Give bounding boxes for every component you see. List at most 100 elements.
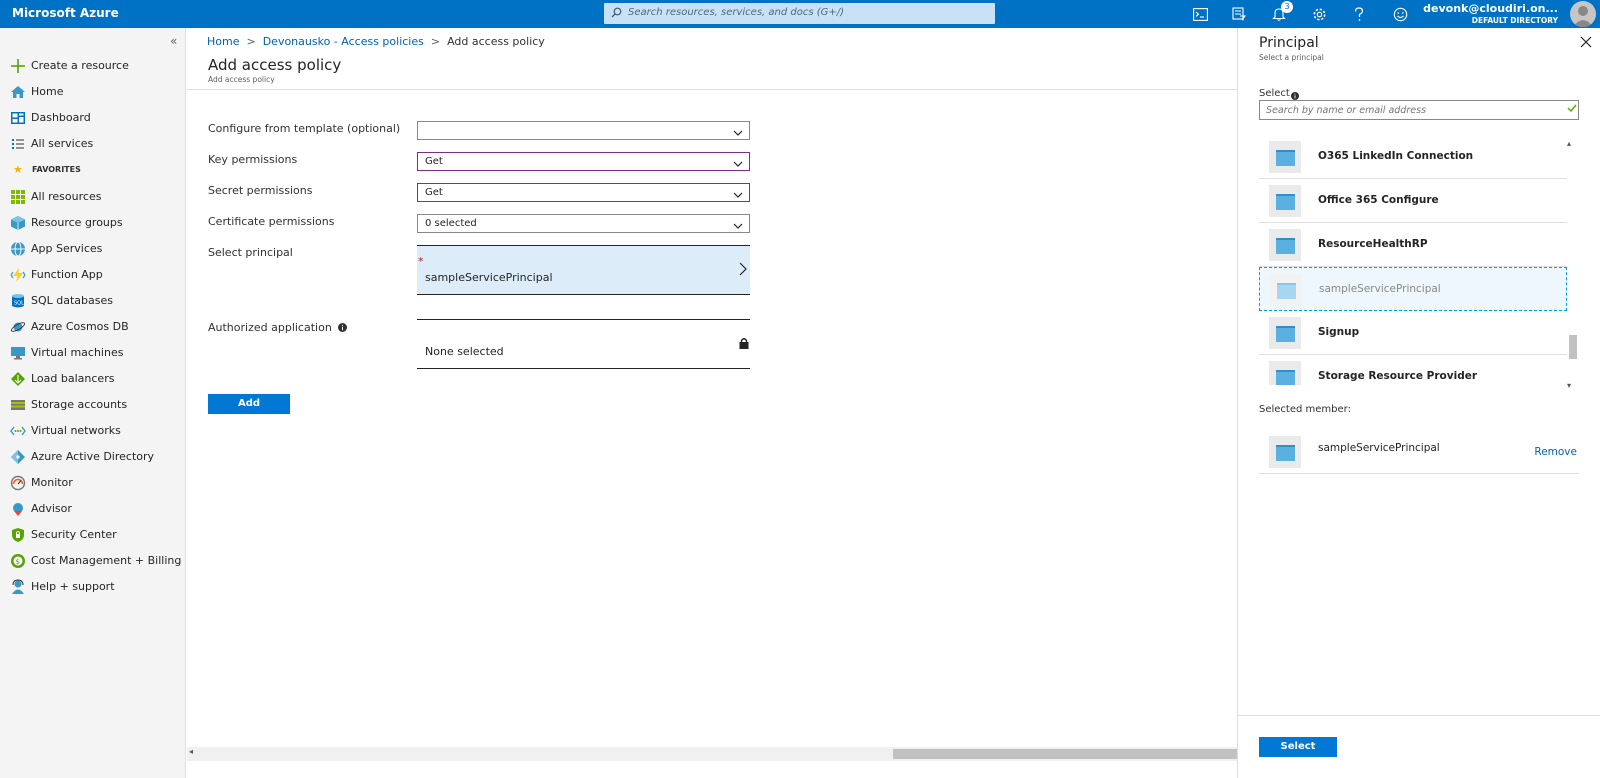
list-item[interactable]: Signup [1259, 311, 1567, 355]
secret-permissions-dropdown[interactable]: Get [417, 183, 750, 202]
select-principal-picker[interactable]: * sampleServicePrincipal [417, 245, 750, 295]
selected-member-row: sampleServicePrincipal Remove [1259, 430, 1579, 474]
authorized-application-text: Authorized application [208, 321, 332, 334]
list-item-selected[interactable]: sampleServicePrincipal [1259, 267, 1567, 311]
list-item[interactable]: Storage Resource Provider [1259, 355, 1567, 385]
certificate-permissions-dropdown[interactable]: 0 selected [417, 214, 750, 233]
cloud-shell-icon[interactable] [1191, 5, 1209, 23]
page-subtitle: Add access policy [208, 75, 275, 84]
avatar[interactable] [1570, 1, 1596, 27]
sidebar-item-label: Virtual machines [31, 346, 124, 359]
support-icon [10, 579, 26, 595]
sidebar-item-active-directory[interactable]: Azure Active Directory [0, 445, 186, 469]
sidebar-item-label: Create a resource [31, 59, 129, 72]
app-icon [1269, 229, 1301, 261]
globe-icon [10, 241, 26, 257]
sidebar-item-virtual-machines[interactable]: Virtual machines [0, 341, 186, 365]
sidebar-item-all-services[interactable]: All services [0, 132, 186, 156]
sidebar-item-monitor[interactable]: Monitor [0, 471, 186, 495]
sidebar-item-label: Home [31, 85, 64, 98]
sidebar-item-label: Resource groups [31, 216, 123, 229]
remove-link[interactable]: Remove [1534, 446, 1577, 458]
template-label: Configure from template (optional) [208, 122, 401, 135]
sidebar-item-resource-groups[interactable]: Resource groups [0, 211, 186, 235]
breadcrumb-separator: > [430, 35, 441, 48]
app-icon [1269, 361, 1301, 385]
main-content: Home > Devonausko - Access policies > Add ac… [187, 28, 1237, 778]
sidebar-item-dashboard[interactable]: Dashboard [0, 106, 186, 130]
sidebar-item-label: Dashboard [31, 111, 91, 124]
select-label: Select [1259, 88, 1290, 99]
sidebar-item-create-resource[interactable]: Create a resource [0, 54, 186, 78]
breadcrumb: Home > Devonausko - Access policies > Add ac… [207, 35, 545, 48]
secret-permissions-value: Get [425, 187, 443, 198]
template-dropdown[interactable] [417, 121, 750, 140]
key-permissions-dropdown[interactable]: Get [417, 152, 750, 171]
advisor-icon [10, 501, 26, 517]
app-icon [1269, 141, 1301, 173]
scroll-left-arrow-icon[interactable]: ◂ [189, 747, 193, 756]
brand-logo[interactable]: Microsoft Azure [12, 6, 119, 20]
breadcrumb-home-link[interactable]: Home [207, 35, 239, 48]
close-icon[interactable] [1580, 36, 1592, 51]
sidebar-item-home[interactable]: Home [0, 80, 186, 104]
sidebar-item-sql-databases[interactable]: SQL SQL databases [0, 289, 186, 313]
info-icon[interactable] [338, 322, 348, 335]
monitor-icon [10, 345, 26, 361]
help-icon[interactable] [1350, 5, 1368, 23]
horizontal-scroll-thumb[interactable] [893, 749, 1237, 759]
select-button[interactable]: Select [1259, 737, 1337, 757]
add-button[interactable]: Add [208, 394, 290, 414]
sidebar-item-label: Azure Cosmos DB [31, 320, 129, 333]
sidebar-item-storage-accounts[interactable]: Storage accounts [0, 393, 186, 417]
planet-icon [10, 319, 26, 335]
checkmark-icon [1567, 102, 1577, 115]
scroll-up-arrow-icon[interactable]: ▴ [1567, 139, 1571, 148]
scroll-down-arrow-icon[interactable]: ▾ [1567, 381, 1571, 390]
chevron-right-icon [739, 262, 747, 279]
breadcrumb-parent-link[interactable]: Devonausko - Access policies [263, 35, 424, 48]
sidebar-item-help-support[interactable]: Help + support [0, 575, 186, 599]
sidebar-item-cost-management[interactable]: $ Cost Management + Billing [0, 549, 186, 573]
principal-list: O365 LinkedIn Connection Office 365 Conf… [1259, 135, 1579, 385]
gauge-icon [10, 475, 26, 491]
list-item[interactable]: O365 LinkedIn Connection [1259, 135, 1567, 179]
sidebar-item-advisor[interactable]: Advisor [0, 497, 186, 521]
sidebar-item-app-services[interactable]: App Services [0, 237, 186, 261]
breadcrumb-separator: > [246, 35, 256, 48]
list-item[interactable]: ResourceHealthRP [1259, 223, 1567, 267]
global-search-box[interactable]: Search resources, services, and docs (G+… [604, 3, 995, 24]
breadcrumb-current: Add access policy [447, 35, 545, 48]
list-item-name: ResourceHealthRP [1318, 238, 1428, 250]
sidebar-item-function-app[interactable]: Function App [0, 263, 186, 287]
billing-icon: $ [10, 553, 26, 569]
principal-search-input[interactable] [1259, 100, 1579, 120]
account-name[interactable]: devonk@cloudiri.on... [1423, 2, 1558, 15]
sidebar-item-all-resources[interactable]: All resources [0, 185, 186, 209]
directory-filter-icon[interactable] [1230, 5, 1248, 23]
sidebar: « Create a resource Home Dashboard All s… [0, 28, 186, 778]
settings-icon[interactable] [1310, 5, 1328, 23]
plus-icon [10, 58, 26, 74]
dashboard-icon [10, 110, 26, 126]
vertical-scroll-thumb[interactable] [1569, 335, 1577, 359]
feedback-icon[interactable] [1391, 5, 1409, 23]
app-icon [1269, 317, 1301, 349]
favorites-heading: FAVORITES [32, 165, 81, 174]
list-vertical-scrollbar[interactable]: ▴ ▾ [1566, 139, 1578, 392]
grid-icon [10, 189, 26, 205]
page-title: Add access policy [208, 56, 342, 74]
sidebar-item-label: SQL databases [31, 294, 113, 307]
sidebar-item-security-center[interactable]: Security Center [0, 523, 186, 547]
sidebar-item-load-balancers[interactable]: Load balancers [0, 367, 186, 391]
network-icon [10, 423, 26, 439]
sidebar-item-label: Security Center [31, 528, 117, 541]
sidebar-item-virtual-networks[interactable]: Virtual networks [0, 419, 186, 443]
key-permissions-value: Get [425, 156, 443, 167]
horizontal-scrollbar[interactable]: ◂ [187, 747, 1237, 761]
list-item[interactable]: Office 365 Configure [1259, 179, 1567, 223]
collapse-sidebar-button[interactable]: « [170, 34, 177, 48]
authorized-application-value: None selected [425, 345, 504, 358]
sidebar-item-cosmos-db[interactable]: Azure Cosmos DB [0, 315, 186, 339]
list-item-name: Office 365 Configure [1318, 194, 1439, 206]
